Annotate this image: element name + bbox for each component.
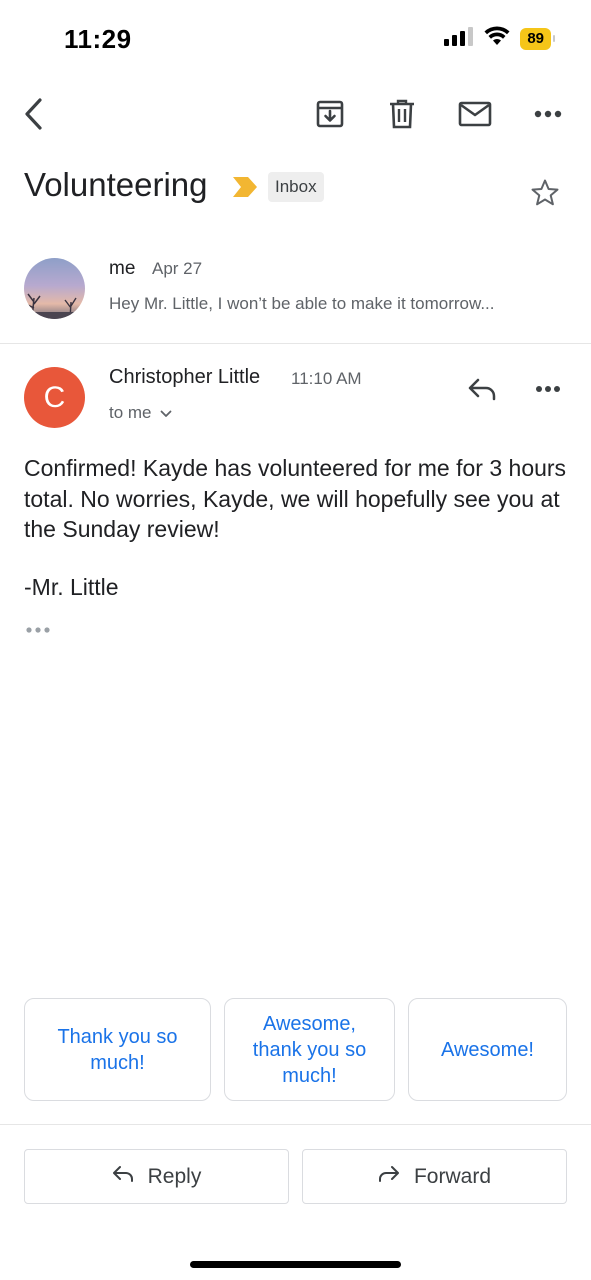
mark-unread-icon[interactable]	[455, 94, 495, 134]
recipients-label: to me	[109, 403, 152, 422]
star-outline-icon[interactable]	[530, 178, 560, 213]
message-signature: -Mr. Little	[24, 574, 119, 600]
smart-reply-chip[interactable]: Thank you so much!	[24, 998, 211, 1101]
avatar	[24, 258, 85, 319]
more-icon[interactable]	[528, 369, 568, 409]
message-snippet: Hey Mr. Little, I won’t be able to make …	[109, 294, 495, 313]
collapsed-message[interactable]: me Apr 27 Hey Mr. Little, I won’t be abl…	[0, 240, 591, 344]
label-chip-inbox[interactable]: Inbox	[268, 172, 324, 202]
reply-button[interactable]: Reply	[24, 1149, 289, 1204]
home-indicator	[190, 1261, 401, 1268]
message-sender: me	[109, 258, 136, 279]
smart-reply-chip[interactable]: Awesome, thank you so much!	[224, 998, 395, 1101]
status-icons: 89	[444, 26, 555, 51]
avatar[interactable]: C	[24, 367, 85, 428]
thread-subject: Volunteering	[24, 166, 208, 203]
back-arrow-icon[interactable]	[14, 94, 54, 134]
battery-icon: 89	[520, 27, 555, 50]
forward-button[interactable]: Forward	[302, 1149, 567, 1204]
status-bar: 11:29 89	[0, 0, 591, 80]
importance-marker-icon[interactable]	[232, 176, 258, 203]
divider	[0, 1124, 591, 1125]
wifi-icon	[484, 26, 510, 51]
recipients-toggle[interactable]: to me	[109, 403, 172, 423]
trash-icon[interactable]	[382, 94, 422, 134]
message-date: Apr 27	[152, 259, 203, 278]
reply-icon[interactable]	[462, 369, 502, 409]
archive-icon[interactable]	[310, 94, 350, 134]
cellular-signal-icon	[444, 26, 474, 51]
message-time: 11:10 AM	[291, 369, 362, 388]
reply-icon	[112, 1165, 134, 1189]
status-time: 11:29	[64, 24, 132, 54]
message-body: Confirmed! Kayde has volunteered for me …	[24, 455, 567, 542]
toolbar	[0, 88, 591, 140]
message-sender[interactable]: Christopher Little	[109, 366, 260, 389]
smart-reply-chip[interactable]: Awesome!	[408, 998, 567, 1101]
forward-label: Forward	[413, 1164, 492, 1188]
more-icon[interactable]	[528, 94, 568, 134]
action-bar: Reply Forward	[24, 1149, 567, 1204]
smart-replies: Thank you so much! Awesome, thank you so…	[24, 998, 567, 1101]
subject-row: Volunteering Inbox	[24, 160, 569, 220]
reply-label: Reply	[147, 1164, 202, 1188]
chevron-down-icon	[160, 403, 172, 423]
forward-icon	[378, 1165, 400, 1189]
show-trimmed-content-icon[interactable]	[24, 623, 54, 637]
